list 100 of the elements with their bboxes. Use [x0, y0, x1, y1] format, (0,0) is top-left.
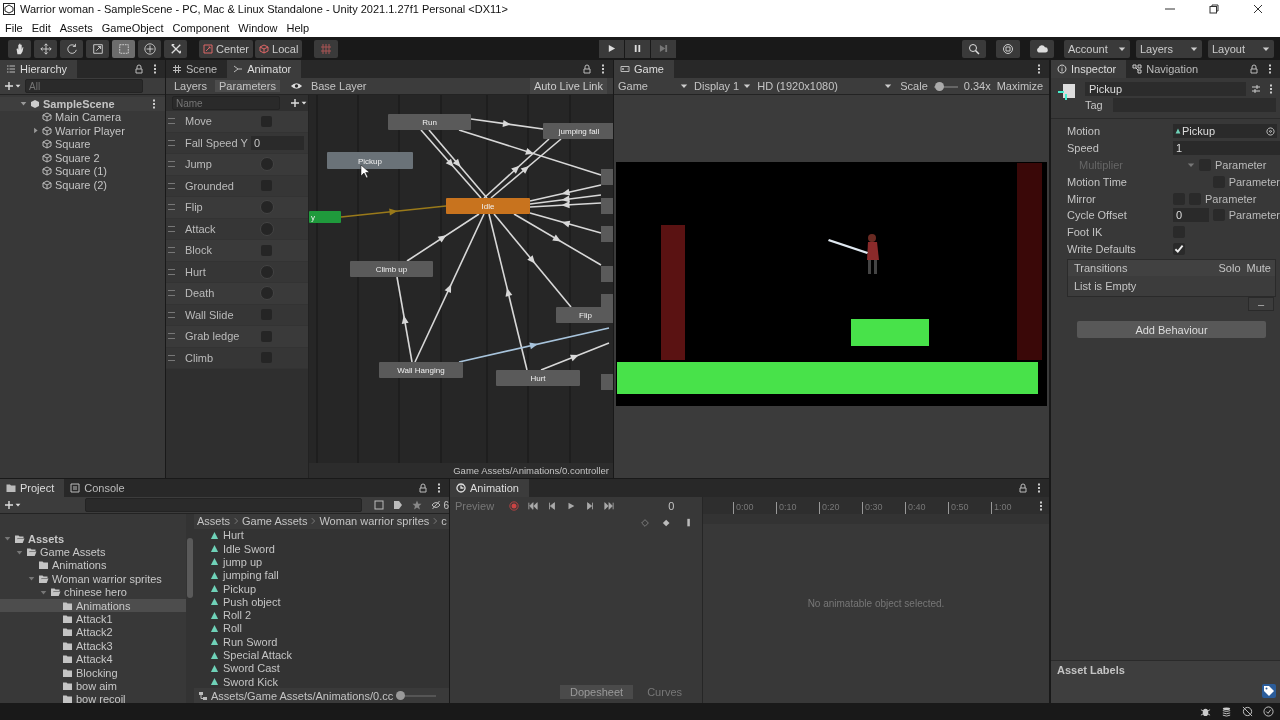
hidden-packages-count[interactable]: 6	[443, 499, 449, 511]
first-key-button[interactable]	[528, 500, 539, 511]
menu-item[interactable]: Assets	[59, 21, 93, 34]
dropdown-button[interactable]: Layers	[1136, 39, 1202, 58]
search-field[interactable]: All	[25, 79, 143, 93]
slider-thumb[interactable]	[934, 81, 944, 91]
search-field[interactable]	[85, 498, 363, 512]
cloud-button[interactable]	[1030, 39, 1054, 58]
icon-size-slider[interactable]	[396, 691, 437, 701]
drag-handle-icon[interactable]	[168, 161, 175, 168]
hand-tool-button[interactable]	[8, 39, 31, 58]
drag-handle-icon[interactable]	[168, 290, 175, 297]
presets-icon[interactable]	[1251, 84, 1261, 94]
folder-item[interactable]: Game Assets	[0, 545, 186, 559]
hierarchy-item[interactable]: Square	[55, 138, 91, 151]
folder-item[interactable]: Animations	[0, 598, 186, 613]
object-field[interactable]: Pickup	[1173, 124, 1277, 139]
menu-item[interactable]: Edit	[31, 21, 51, 34]
next-key-button[interactable]	[585, 500, 596, 511]
scale-slider[interactable]	[933, 81, 958, 91]
folder-item[interactable]: chinese hero	[0, 585, 186, 599]
slider-thumb[interactable]	[396, 691, 406, 701]
record-button[interactable]	[509, 500, 520, 511]
hierarchy-item[interactable]: Warrior Player	[55, 124, 125, 137]
folder-item[interactable]: Attack4	[0, 652, 186, 666]
target-icon[interactable]	[1266, 126, 1275, 136]
drag-handle-icon[interactable]	[168, 247, 175, 254]
breadcrumb-item[interactable]: Woman warrior sprites	[319, 515, 430, 528]
drag-handle-icon[interactable]	[168, 139, 175, 146]
lock-icon[interactable]	[1018, 483, 1028, 493]
state-node[interactable]: Wall Hanging	[379, 362, 463, 378]
folder-item[interactable]: Woman warrior sprites	[0, 572, 186, 586]
folder-item[interactable]: Assets	[0, 532, 186, 546]
clip-name[interactable]: Push object	[223, 595, 281, 608]
value-field[interactable]: 1	[1173, 141, 1280, 156]
clip-name[interactable]: Run Sword	[223, 635, 278, 648]
view-tab[interactable]: Parameters	[215, 80, 280, 92]
state-node[interactable]: Climb up	[350, 261, 433, 277]
lock-icon[interactable]	[418, 483, 428, 493]
drag-handle-icon[interactable]	[168, 225, 175, 232]
expand-arrow-icon[interactable]	[28, 575, 35, 583]
view-dropdown[interactable]: Game	[618, 80, 688, 92]
drag-handle-icon[interactable]	[168, 268, 175, 275]
add-key-icon[interactable]	[662, 517, 672, 528]
parameter-name[interactable]: Fall Speed Y	[185, 136, 251, 149]
drag-handle-icon[interactable]	[168, 333, 175, 340]
window-tab[interactable]: Animator	[227, 60, 302, 78]
state-node[interactable]: Pickup	[327, 152, 413, 169]
expand-arrow-icon[interactable]	[16, 548, 23, 556]
collab-button[interactable]	[996, 39, 1020, 58]
previous-key-button[interactable]	[547, 500, 558, 511]
play-button[interactable]	[599, 39, 625, 58]
parameter-search-field[interactable]: Name	[172, 96, 280, 110]
trigger-radio[interactable]	[260, 221, 274, 236]
menu-item[interactable]: Window	[238, 21, 278, 34]
drag-handle-icon[interactable]	[168, 204, 175, 211]
clip-name[interactable]: Special Attack	[223, 649, 293, 662]
clip-name[interactable]: Roll	[223, 622, 242, 635]
value-field[interactable]: 0	[1173, 208, 1209, 223]
window-tab[interactable]: Project	[0, 479, 65, 497]
close-icon[interactable]	[1253, 4, 1263, 14]
folder-item[interactable]: Attack1	[0, 612, 186, 626]
clip-name[interactable]: Roll 2	[223, 609, 252, 622]
breadcrumb-item[interactable]: Game Assets	[242, 515, 308, 528]
network-icon[interactable]	[1242, 706, 1253, 717]
pivot-button[interactable]: Center	[199, 39, 254, 58]
folder-item[interactable]: bow aim	[0, 679, 186, 693]
hierarchy-item[interactable]: Square (2)	[55, 178, 107, 191]
folder-item[interactable]: Attack3	[0, 639, 186, 653]
clip-name[interactable]: Sword Cast	[223, 662, 280, 675]
filter-label-icon[interactable]	[393, 500, 404, 510]
expand-arrow-icon[interactable]	[4, 535, 11, 543]
menu-item[interactable]: Help	[286, 21, 310, 34]
expand-arrow-icon[interactable]	[32, 127, 39, 135]
breadcrumb-item[interactable]: c	[441, 515, 447, 528]
window-tab[interactable]: Scene	[166, 60, 228, 78]
expand-arrow-icon[interactable]	[20, 100, 27, 108]
drag-handle-icon[interactable]	[168, 182, 175, 189]
state-node[interactable]: jumping fall	[543, 123, 613, 139]
window-tab[interactable]: Navigation	[1126, 60, 1209, 78]
dropdown-button[interactable]: Account	[1064, 39, 1130, 58]
add-button[interactable]	[4, 80, 21, 92]
window-tab[interactable]: Console	[64, 479, 135, 497]
dropdown-button[interactable]: Layout	[1208, 39, 1274, 58]
clip-name[interactable]: Sword Kick	[223, 675, 279, 688]
clip-name[interactable]: Hurt	[223, 529, 244, 542]
maximize-toggle[interactable]: Maximize	[996, 80, 1044, 92]
space-button[interactable]: Local	[255, 39, 303, 58]
state-name-field[interactable]: Pickup	[1085, 82, 1246, 96]
tag-icon[interactable]	[1262, 684, 1276, 698]
clip-name[interactable]: Idle Sword	[223, 542, 275, 555]
lock-icon[interactable]	[134, 64, 144, 74]
clip-name[interactable]: Pickup	[223, 582, 257, 595]
drag-handle-icon[interactable]	[168, 311, 175, 318]
hierarchy-item[interactable]: Square (1)	[55, 165, 107, 178]
clip-name[interactable]: jumping fall	[223, 569, 279, 582]
trigger-radio[interactable]	[260, 200, 274, 215]
state-node[interactable]: Run	[388, 114, 471, 130]
filter-type-icon[interactable]	[374, 500, 385, 510]
last-key-button[interactable]	[604, 500, 615, 511]
